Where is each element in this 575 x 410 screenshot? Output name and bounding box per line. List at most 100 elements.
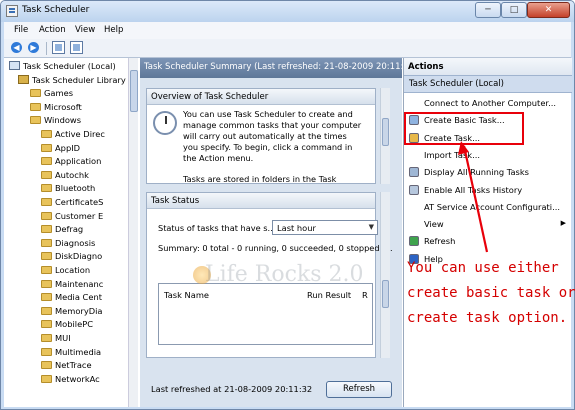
show-hide-console-tree-icon[interactable] [52,41,65,54]
folder-icon [30,116,41,125]
status-period-select[interactable]: Last hour [272,220,378,235]
refresh-icon [409,236,419,247]
folder-icon [41,279,52,288]
action-item[interactable]: View ▶ [404,216,572,232]
folder-icon [41,266,52,274]
tree-item[interactable]: AppID [41,143,128,155]
action-item[interactable]: Enable All Tasks History [404,182,572,198]
tree-item-label: Windows [44,115,82,126]
tree-item[interactable]: ▷Media Cent [41,292,128,304]
tree-scrollbar-thumb[interactable] [130,70,138,112]
action-item-label: AT Service Account Configurati... [424,201,561,212]
task-scheduler-icon [6,5,18,17]
folder-icon [41,184,52,193]
task-status-list: Task Name Run Result R [158,283,373,345]
tree-item[interactable]: Bluetooth [41,183,128,195]
tree-item[interactable]: ◢Windows [30,115,128,127]
tree-item[interactable]: Autochk [41,170,128,182]
status-scrollbar[interactable] [380,192,390,358]
overview-text: You can use Task Scheduler to create and… [183,109,362,163]
menu-help[interactable]: Help [104,25,123,35]
library-icon [18,74,29,84]
console-tree: Task Scheduler (Local) ◢Task Scheduler Li… [4,58,138,407]
actions-header: Actions [404,58,572,75]
action-item-label: Refresh [424,236,456,247]
column-run-result[interactable]: Run Result [307,290,351,300]
tree-item[interactable]: CertificateS [41,197,128,209]
folder-icon [41,130,52,138]
overview-section: Overview of Task Scheduler You can use T… [146,88,376,184]
menu-file[interactable]: File [14,25,28,35]
menu-bar: File Action View Help [4,22,571,39]
tree-scrollbar[interactable] [128,58,138,407]
task-status-title[interactable]: Task Status [147,193,375,209]
tree-item[interactable]: MUI [41,333,128,345]
tree-item-label: Games [44,88,74,99]
forward-arrow-icon[interactable]: ▶ [28,42,39,53]
action-item[interactable]: Display All Running Tasks [404,164,572,180]
tree-item[interactable]: Maintenanc [41,279,128,291]
tree-item-label: Multimedia [55,346,102,357]
highlight-box [404,112,524,145]
action-item[interactable]: Refresh [404,233,572,249]
tree-item-label: MUI [55,333,71,343]
tree-item[interactable]: Multimedia [41,347,128,359]
folder-icon [41,225,52,234]
status-label: Status of tasks that have s... [158,223,276,233]
tree-item-label: MemoryDia [55,305,103,316]
refresh-button[interactable]: Refresh [326,381,392,398]
tree-item[interactable]: Task Scheduler (Local) [9,61,128,73]
tree-item-label: AppID [55,142,81,153]
title-bar[interactable]: Task Scheduler ─ □ ✕ [1,1,574,22]
tree-item-label: CertificateS [55,197,104,207]
tree-item[interactable]: Diagnosis [41,238,128,250]
folder-icon [41,293,52,302]
folder-icon [41,211,52,220]
overview-scrollbar-thumb[interactable] [382,118,389,146]
tree-item-label: Task Scheduler Library [32,74,126,85]
tree-item[interactable]: ◢Microsoft [30,102,128,114]
column-run-start[interactable]: R [362,290,368,300]
tree-item[interactable]: NetTrace [41,360,128,372]
actions-group-task-scheduler[interactable]: Task Scheduler (Local) [404,75,572,93]
tree-item[interactable]: Games [30,88,128,100]
folder-icon [30,102,41,111]
maximize-button[interactable]: □ [501,2,527,18]
close-button[interactable]: ✕ [527,2,570,18]
history-icon [409,184,419,195]
tree-item[interactable]: Application [41,156,128,168]
tree-item-label: NetworkAc [55,373,100,384]
minimize-button[interactable]: ─ [475,2,501,18]
tree-item[interactable]: ◢Task Scheduler Library [18,74,128,87]
tree-item[interactable]: MemoryDia [41,306,128,318]
annotation-line-1: You can use either [407,260,559,276]
tree-item[interactable]: NetworkAc [41,374,128,386]
folder-icon [30,89,41,98]
tree-item[interactable]: Active Direc [41,129,128,141]
list-icon [409,167,419,178]
column-task-name[interactable]: Task Name [164,290,209,300]
last-refreshed-text: Last refreshed at 21-08-2009 20:11:32 [151,384,313,394]
status-scrollbar-thumb[interactable] [382,280,389,308]
action-item[interactable]: AT Service Account Configurati... [404,199,572,215]
tree-item[interactable]: MobilePC [41,319,128,331]
folder-icon [41,238,52,247]
properties-icon[interactable] [70,41,83,54]
folder-icon [41,334,52,342]
overview-scrollbar[interactable] [380,88,390,184]
summary-header: Task Scheduler Summary (Last refreshed: … [140,58,402,78]
tree-item[interactable]: Customer E [41,211,128,223]
tree-item-label: Application [55,156,102,167]
tree-item-label: Active Direc [55,129,105,139]
tree-item[interactable]: Defrag [41,224,128,236]
action-item-label: Connect to Another Computer... [424,98,556,108]
action-item[interactable]: Import Task... [404,147,572,163]
tree-item[interactable]: DiskDiagno [41,251,128,263]
action-item[interactable]: Connect to Another Computer... [404,95,572,111]
back-arrow-icon[interactable]: ◀ [11,42,22,53]
menu-action[interactable]: Action [39,25,66,35]
tree-item[interactable]: Location [41,265,128,277]
toolbar: ◀ ▶ [4,39,571,58]
overview-title[interactable]: Overview of Task Scheduler [147,89,375,105]
menu-view[interactable]: View [75,25,95,35]
